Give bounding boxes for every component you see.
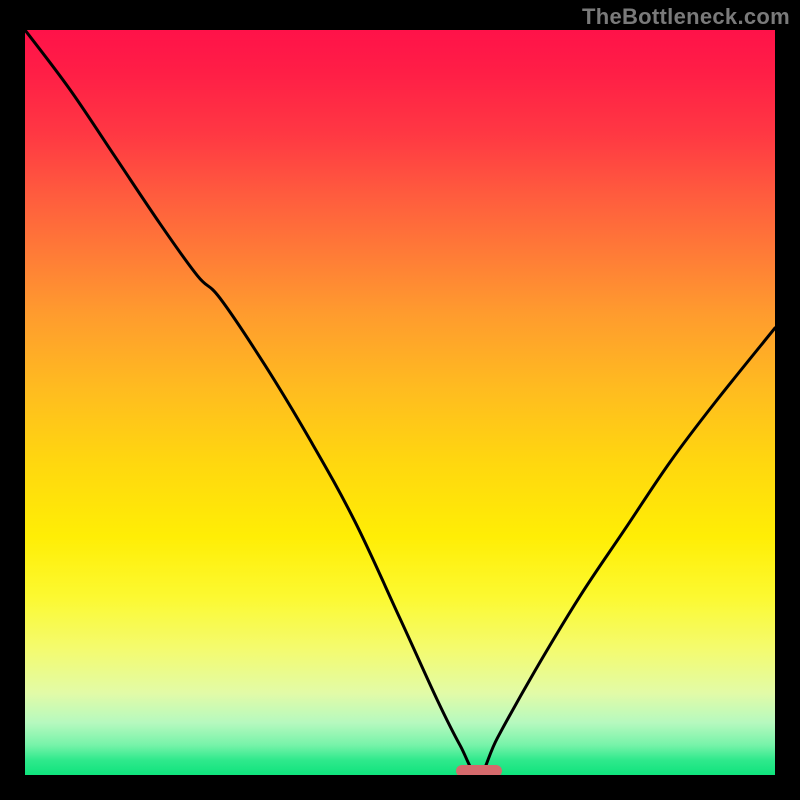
- chart-stage: TheBottleneck.com: [0, 0, 800, 800]
- watermark-text: TheBottleneck.com: [582, 4, 790, 30]
- minimum-marker: [456, 765, 502, 775]
- curve-path: [25, 30, 775, 775]
- bottleneck-curve: [25, 30, 775, 775]
- plot-area: [25, 30, 775, 775]
